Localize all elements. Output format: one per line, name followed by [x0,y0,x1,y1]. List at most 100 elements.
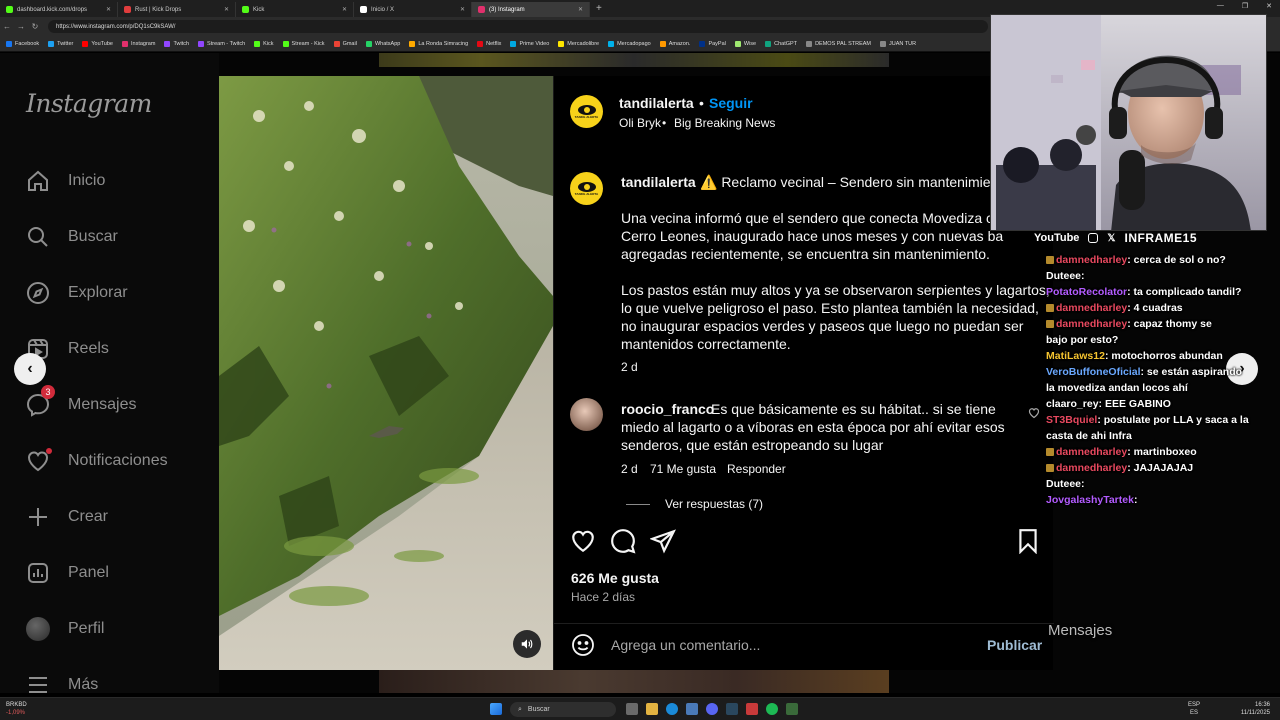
browser-tab[interactable]: Rust | Kick Drops ✕ [118,2,236,17]
share-icon[interactable] [650,528,676,554]
maximize-icon[interactable]: ❐ [1242,2,1248,10]
chat-username[interactable]: damnedharley [1056,302,1127,314]
likes-count[interactable]: 626 Me gusta [571,570,659,586]
bookmark-item[interactable]: Twitter [48,40,73,47]
chat-username[interactable]: damnedharley [1056,254,1127,266]
chat-username[interactable]: JovgalashyTartek [1046,494,1134,506]
bookmark-item[interactable]: Amazon. [659,40,690,47]
view-replies-button[interactable]: Ver respuestas (7) [665,497,763,511]
audio-track[interactable]: Big Breaking News [674,116,775,130]
sidebar-item-buscar[interactable]: Buscar [26,225,118,249]
messages-label[interactable]: Mensajes [1048,622,1112,639]
close-tab-icon[interactable]: ✕ [106,6,111,13]
file-explorer-icon[interactable] [646,703,658,715]
sidebar-item-mas[interactable]: Más [26,673,98,697]
chat-username[interactable]: VeroBuffoneOficial [1046,366,1141,378]
stock-ticker[interactable]: BRKBD -1,09% [6,701,27,717]
taskbar-search[interactable]: ⌕ Buscar [510,702,616,717]
bookmark-item[interactable]: ChatGPT [765,40,797,47]
chat-username[interactable]: Duteee [1046,478,1081,490]
caption-timestamp[interactable]: 2 d [621,360,638,374]
bookmark-item[interactable]: WhatsApp [365,40,400,47]
url-bar[interactable]: https://www.instagram.com/p/DQ1sC9kSAW/ [48,20,988,33]
chat-username[interactable]: damnedharley [1056,446,1127,458]
bookmark-item[interactable]: Stream - Kick [282,40,325,47]
sidebar-item-mensajes[interactable]: 3 Mensajes [26,385,136,417]
post-image[interactable] [219,76,553,670]
bookmark-item[interactable]: Facebook [6,40,39,47]
chat-username[interactable]: MatiLaws12 [1046,350,1105,362]
chat-username[interactable]: claaro_rey [1046,398,1099,410]
caption-author[interactable]: tandilalerta [621,174,696,190]
post-date[interactable]: Hace 2 días [571,590,635,604]
bookmark-item[interactable]: PayPal [699,40,726,47]
app-icon[interactable] [786,703,798,715]
sidebar-item-explorar[interactable]: Explorar [26,281,128,305]
reply-button[interactable]: Responder [727,462,786,476]
bookmark-item[interactable]: Prime Video [510,40,549,47]
bookmark-item[interactable]: Mercadopago [608,40,651,47]
spotify-icon[interactable] [766,703,778,715]
chat-username[interactable]: PotatoRecolator [1046,286,1127,298]
comment-input[interactable]: Agrega un comentario... [611,637,760,653]
previous-post-button[interactable]: ‹ [14,353,46,385]
close-tab-icon[interactable]: ✕ [460,6,465,13]
sidebar-item-notificaciones[interactable]: Notificaciones [26,448,168,473]
comment-likes[interactable]: 71 Me gusta [650,462,716,476]
browser-tab[interactable]: Kick ✕ [236,2,354,17]
emoji-icon[interactable] [571,633,595,657]
sidebar-item-perfil[interactable]: Perfil [26,617,104,641]
commenter-avatar[interactable] [570,398,603,431]
minimize-icon[interactable]: — [1217,2,1224,10]
commenter-username[interactable]: roocio_franco [621,401,714,417]
close-tab-icon[interactable]: ✕ [342,6,347,13]
bookmark-item[interactable]: Netflix [477,40,501,47]
close-window-icon[interactable]: ✕ [1266,2,1272,10]
sidebar-item-panel[interactable]: Panel [26,561,109,585]
bookmark-item[interactable]: Instagram [121,40,155,47]
close-tab-icon[interactable]: ✕ [224,6,229,13]
bookmark-item[interactable]: Mercadolibre [558,40,599,47]
sidebar-item-crear[interactable]: Crear [26,505,108,529]
like-icon[interactable] [570,528,596,554]
chat-username[interactable]: damnedharley [1056,318,1127,330]
author-avatar[interactable]: TANDIL ALERTA [570,95,603,128]
forward-icon[interactable]: → [14,22,28,31]
bookmark-item[interactable]: Gmail [333,40,357,47]
bookmark-item[interactable]: DEMOS PAL STREAM [806,40,871,47]
browser-tab[interactable]: Inicio / X ✕ [354,2,472,17]
browser-tab[interactable]: dashboard.kick.com/drops ✕ [0,2,118,17]
audio-artist[interactable]: Oli Bryk [619,116,661,130]
task-view-icon[interactable] [626,703,638,715]
chat-username[interactable]: ST3Bquiel [1046,414,1097,426]
comment-like-icon[interactable] [1028,407,1040,419]
instagram-logo[interactable]: Instagram [26,89,152,118]
start-button[interactable] [490,703,502,715]
comment-icon[interactable] [610,528,636,554]
caption-author-avatar[interactable]: TANDIL ALERTA [570,172,603,205]
sidebar-item-inicio[interactable]: Inicio [26,169,105,193]
comment-timestamp[interactable]: 2 d [621,462,638,476]
chat-username[interactable]: damnedharley [1056,462,1127,474]
reload-icon[interactable]: ↻ [28,22,42,31]
new-tab-button[interactable]: + [596,3,602,14]
app-icon[interactable] [746,703,758,715]
bookmark-item[interactable]: Wise [734,40,756,47]
bookmark-item[interactable]: YouTube [82,40,113,47]
author-username[interactable]: tandilalerta [619,95,694,111]
browser-tab-active[interactable]: (3) Instagram ✕ [472,2,590,17]
edge-icon[interactable] [666,703,678,715]
publish-button[interactable]: Publicar [987,637,1042,653]
bookmark-item[interactable]: JUAN TUR [880,40,916,47]
input-language[interactable]: ESP ES [1188,701,1200,717]
chrome-icon[interactable] [686,703,698,715]
follow-button[interactable]: Seguir [709,95,753,111]
steam-icon[interactable] [726,703,738,715]
chat-username[interactable]: Duteee [1046,270,1081,282]
back-icon[interactable]: ← [0,22,14,31]
mute-button[interactable] [513,630,541,658]
discord-icon[interactable] [706,703,718,715]
system-clock[interactable]: 16:36 11/11/2025 [1241,701,1270,717]
bookmark-item[interactable]: Twitch [164,40,189,47]
bookmark-item[interactable]: Stream - Twitch [198,40,245,47]
